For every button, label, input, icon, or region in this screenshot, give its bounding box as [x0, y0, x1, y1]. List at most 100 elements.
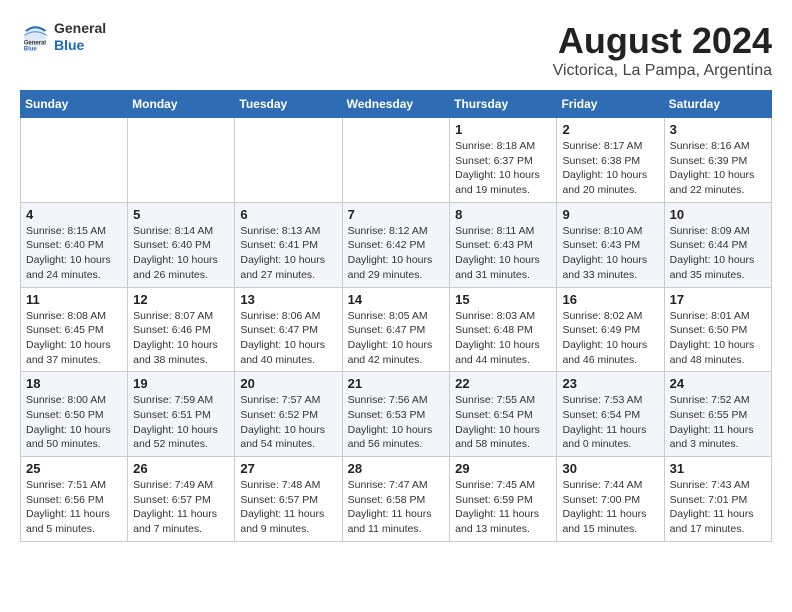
- calendar-cell: 15 Sunrise: 8:03 AM Sunset: 6:48 PM Dayli…: [450, 287, 557, 372]
- day-info: Sunrise: 8:01 AM Sunset: 6:50 PM Dayligh…: [670, 309, 766, 368]
- day-info: Sunrise: 8:07 AM Sunset: 6:46 PM Dayligh…: [133, 309, 229, 368]
- calendar-cell: 17 Sunrise: 8:01 AM Sunset: 6:50 PM Dayli…: [664, 287, 771, 372]
- svg-text:General: General: [24, 40, 47, 46]
- calendar-cell: 10 Sunrise: 8:09 AM Sunset: 6:44 PM Dayli…: [664, 202, 771, 287]
- calendar-cell: [342, 118, 450, 203]
- day-number: 19: [133, 376, 229, 391]
- calendar-cell: 25Sunrise: 7:51 AM Sunset: 6:56 PM Dayli…: [21, 457, 128, 542]
- day-info: Sunrise: 7:56 AM Sunset: 6:53 PM Dayligh…: [348, 393, 445, 452]
- day-number: 5: [133, 207, 229, 222]
- calendar-week-row: 4 Sunrise: 8:15 AM Sunset: 6:40 PM Daylig…: [21, 202, 772, 287]
- logo-icon: General Blue: [20, 22, 50, 52]
- day-number: 16: [562, 292, 658, 307]
- day-info: Sunrise: 8:03 AM Sunset: 6:48 PM Dayligh…: [455, 309, 551, 368]
- day-info: Sunrise: 7:44 AM Sunset: 7:00 PM Dayligh…: [562, 478, 658, 537]
- day-info: Sunrise: 7:55 AM Sunset: 6:54 PM Dayligh…: [455, 393, 551, 452]
- calendar-cell: 18Sunrise: 8:00 AM Sunset: 6:50 PM Dayli…: [21, 372, 128, 457]
- day-number: 26: [133, 461, 229, 476]
- calendar-cell: 29 Sunrise: 7:45 AM Sunset: 6:59 PM Dayli…: [450, 457, 557, 542]
- day-number: 29: [455, 461, 551, 476]
- day-info: Sunrise: 8:14 AM Sunset: 6:40 PM Dayligh…: [133, 224, 229, 283]
- day-number: 17: [670, 292, 766, 307]
- day-number: 9: [562, 207, 658, 222]
- day-number: 11: [26, 292, 122, 307]
- calendar-cell: 20Sunrise: 7:57 AM Sunset: 6:52 PM Dayli…: [235, 372, 342, 457]
- month-year-title: August 2024: [553, 20, 772, 62]
- day-number: 21: [348, 376, 445, 391]
- calendar-cell: 4 Sunrise: 8:15 AM Sunset: 6:40 PM Daylig…: [21, 202, 128, 287]
- day-number: 31: [670, 461, 766, 476]
- day-info: Sunrise: 8:06 AM Sunset: 6:47 PM Dayligh…: [240, 309, 336, 368]
- logo-blue: Blue: [54, 37, 106, 54]
- day-info: Sunrise: 7:59 AM Sunset: 6:51 PM Dayligh…: [133, 393, 229, 452]
- calendar-cell: 27 Sunrise: 7:48 AM Sunset: 6:57 PM Dayli…: [235, 457, 342, 542]
- calendar-cell: [128, 118, 235, 203]
- calendar-table: SundayMondayTuesdayWednesdayThursdayFrid…: [20, 90, 772, 542]
- calendar-body: 1Sunrise: 8:18 AM Sunset: 6:37 PM Daylig…: [21, 118, 772, 542]
- day-info: Sunrise: 7:45 AM Sunset: 6:59 PM Dayligh…: [455, 478, 551, 537]
- calendar-header: SundayMondayTuesdayWednesdayThursdayFrid…: [21, 91, 772, 118]
- logo-general: General: [54, 20, 106, 37]
- day-info: Sunrise: 8:08 AM Sunset: 6:45 PM Dayligh…: [26, 309, 122, 368]
- title-section: August 2024 Victorica, La Pampa, Argenti…: [553, 20, 772, 80]
- day-number: 8: [455, 207, 551, 222]
- day-info: Sunrise: 8:11 AM Sunset: 6:43 PM Dayligh…: [455, 224, 551, 283]
- day-number: 10: [670, 207, 766, 222]
- day-info: Sunrise: 8:13 AM Sunset: 6:41 PM Dayligh…: [240, 224, 336, 283]
- day-number: 28: [348, 461, 445, 476]
- calendar-cell: 13 Sunrise: 8:06 AM Sunset: 6:47 PM Dayli…: [235, 287, 342, 372]
- calendar-cell: 23 Sunrise: 7:53 AM Sunset: 6:54 PM Dayli…: [557, 372, 664, 457]
- page-header: General Blue General Blue August 2024 Vi…: [20, 20, 772, 80]
- day-info: Sunrise: 7:53 AM Sunset: 6:54 PM Dayligh…: [562, 393, 658, 452]
- day-info: Sunrise: 7:47 AM Sunset: 6:58 PM Dayligh…: [348, 478, 445, 537]
- day-number: 24: [670, 376, 766, 391]
- day-info: Sunrise: 8:12 AM Sunset: 6:42 PM Dayligh…: [348, 224, 445, 283]
- day-of-week-header: Saturday: [664, 91, 771, 118]
- calendar-cell: 12 Sunrise: 8:07 AM Sunset: 6:46 PM Dayli…: [128, 287, 235, 372]
- day-number: 4: [26, 207, 122, 222]
- day-info: Sunrise: 7:52 AM Sunset: 6:55 PM Dayligh…: [670, 393, 766, 452]
- calendar-cell: 26 Sunrise: 7:49 AM Sunset: 6:57 PM Dayli…: [128, 457, 235, 542]
- calendar-cell: 2 Sunrise: 8:17 AM Sunset: 6:38 PM Daylig…: [557, 118, 664, 203]
- calendar-cell: [21, 118, 128, 203]
- day-number: 12: [133, 292, 229, 307]
- day-info: Sunrise: 7:49 AM Sunset: 6:57 PM Dayligh…: [133, 478, 229, 537]
- day-number: 1: [455, 122, 551, 137]
- day-number: 23: [562, 376, 658, 391]
- day-info: Sunrise: 8:15 AM Sunset: 6:40 PM Dayligh…: [26, 224, 122, 283]
- calendar-cell: 3Sunrise: 8:16 AM Sunset: 6:39 PM Daylig…: [664, 118, 771, 203]
- day-of-week-header: Monday: [128, 91, 235, 118]
- calendar-cell: 28 Sunrise: 7:47 AM Sunset: 6:58 PM Dayli…: [342, 457, 450, 542]
- calendar-cell: 8 Sunrise: 8:11 AM Sunset: 6:43 PM Daylig…: [450, 202, 557, 287]
- calendar-cell: 1Sunrise: 8:18 AM Sunset: 6:37 PM Daylig…: [450, 118, 557, 203]
- day-number: 20: [240, 376, 336, 391]
- day-info: Sunrise: 8:05 AM Sunset: 6:47 PM Dayligh…: [348, 309, 445, 368]
- day-number: 18: [26, 376, 122, 391]
- calendar-cell: 14 Sunrise: 8:05 AM Sunset: 6:47 PM Dayli…: [342, 287, 450, 372]
- day-info: Sunrise: 8:02 AM Sunset: 6:49 PM Dayligh…: [562, 309, 658, 368]
- day-number: 2: [562, 122, 658, 137]
- calendar-cell: 24 Sunrise: 7:52 AM Sunset: 6:55 PM Dayli…: [664, 372, 771, 457]
- day-number: 15: [455, 292, 551, 307]
- day-number: 25: [26, 461, 122, 476]
- day-info: Sunrise: 8:09 AM Sunset: 6:44 PM Dayligh…: [670, 224, 766, 283]
- logo-text: General Blue: [54, 20, 106, 54]
- calendar-cell: 31Sunrise: 7:43 AM Sunset: 7:01 PM Dayli…: [664, 457, 771, 542]
- day-number: 22: [455, 376, 551, 391]
- day-number: 7: [348, 207, 445, 222]
- calendar-week-row: 1Sunrise: 8:18 AM Sunset: 6:37 PM Daylig…: [21, 118, 772, 203]
- day-number: 14: [348, 292, 445, 307]
- day-number: 13: [240, 292, 336, 307]
- day-number: 30: [562, 461, 658, 476]
- day-of-week-header: Wednesday: [342, 91, 450, 118]
- calendar-cell: 19 Sunrise: 7:59 AM Sunset: 6:51 PM Dayli…: [128, 372, 235, 457]
- logo: General Blue General Blue: [20, 20, 106, 54]
- calendar-cell: 21 Sunrise: 7:56 AM Sunset: 6:53 PM Dayli…: [342, 372, 450, 457]
- day-number: 3: [670, 122, 766, 137]
- calendar-cell: 6Sunrise: 8:13 AM Sunset: 6:41 PM Daylig…: [235, 202, 342, 287]
- day-of-week-header: Tuesday: [235, 91, 342, 118]
- day-info: Sunrise: 8:10 AM Sunset: 6:43 PM Dayligh…: [562, 224, 658, 283]
- day-number: 27: [240, 461, 336, 476]
- day-info: Sunrise: 8:17 AM Sunset: 6:38 PM Dayligh…: [562, 139, 658, 198]
- day-info: Sunrise: 7:48 AM Sunset: 6:57 PM Dayligh…: [240, 478, 336, 537]
